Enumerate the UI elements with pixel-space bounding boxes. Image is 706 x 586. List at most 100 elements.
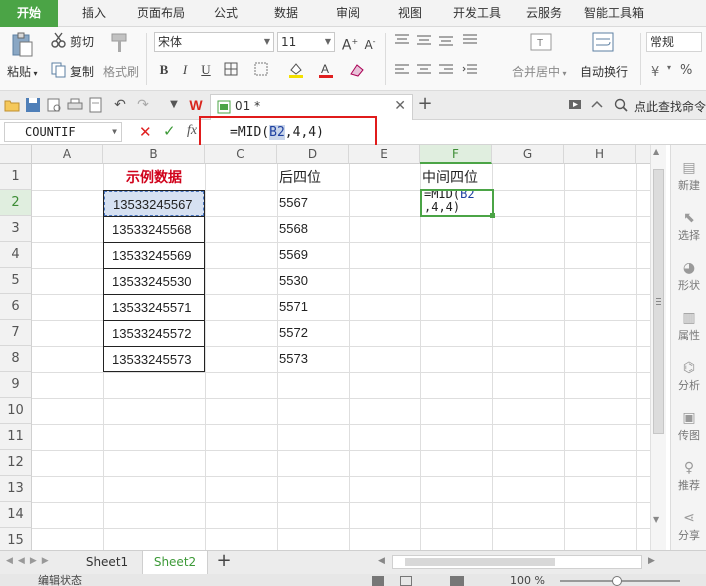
merge-cells-icon[interactable] — [252, 61, 270, 79]
sheet-tab-sheet2[interactable]: Sheet2 — [142, 551, 208, 574]
undo-icon[interactable]: ↶ — [112, 97, 128, 113]
number-format-select[interactable]: 常规 — [646, 32, 702, 52]
chevron-down-icon[interactable]: ▼ — [112, 123, 117, 141]
row-header-6[interactable]: 6 — [0, 294, 32, 320]
font-name-select[interactable]: 宋体 ▼ — [154, 32, 274, 52]
align-middle-icon[interactable] — [416, 33, 432, 50]
cancel-icon[interactable]: ✕ — [139, 125, 152, 140]
print-icon[interactable] — [67, 97, 83, 113]
print-preview-icon[interactable] — [46, 97, 62, 113]
presentation-icon[interactable] — [567, 97, 583, 113]
tab-page-layout[interactable]: 页面布局 — [128, 0, 194, 27]
cut-button[interactable]: 剪切 — [70, 33, 94, 50]
close-icon[interactable]: ✕ — [394, 98, 406, 114]
row-header-4[interactable]: 4 — [0, 242, 32, 268]
row-header-3[interactable]: 3 — [0, 216, 32, 242]
new-tab-plus-icon[interactable]: + — [417, 95, 433, 113]
sheet-nav-arrows-icon[interactable]: ◀◀▶▶ — [6, 556, 54, 566]
wps-logo-icon[interactable]: W — [188, 97, 204, 113]
page-layout-view-icon[interactable] — [400, 576, 412, 586]
row-header-1[interactable]: 1 — [0, 164, 32, 190]
clear-format-icon[interactable] — [348, 61, 366, 79]
font-color-icon[interactable]: A — [317, 61, 335, 79]
horizontal-scroll-right-icon[interactable]: ▶ — [648, 556, 655, 566]
spreadsheet-grid[interactable]: A B C D E F G H 1 2 3 4 5 6 7 8 9 10 11 … — [0, 145, 650, 550]
fill-color-icon[interactable] — [287, 61, 305, 79]
column-header-f[interactable]: F — [420, 145, 492, 164]
scroll-up-icon[interactable]: ▲ — [653, 147, 659, 156]
select-all-corner[interactable] — [0, 145, 32, 164]
cell-b2[interactable]: 13533245567 — [104, 191, 204, 216]
cell-d4[interactable]: 5569 — [277, 242, 349, 268]
increase-font-icon[interactable]: A+ — [341, 33, 359, 54]
export-pdf-icon[interactable] — [88, 97, 104, 113]
vertical-scrollbar[interactable]: ▲ ▼ — [650, 145, 666, 550]
column-header-h[interactable]: H — [564, 145, 636, 164]
sheet-tab-sheet1[interactable]: Sheet1 — [76, 551, 138, 574]
horizontal-scroll-left-icon[interactable]: ◀ — [378, 556, 385, 566]
cell-b8[interactable]: 13533245573 — [104, 346, 204, 372]
save-icon[interactable] — [25, 97, 41, 113]
sidebar-item-new[interactable]: ▤ 新建 — [671, 159, 706, 193]
align-bottom-icon[interactable] — [438, 33, 454, 50]
zoom-slider[interactable] — [560, 576, 680, 586]
fill-handle[interactable] — [490, 213, 495, 218]
column-header-d[interactable]: D — [277, 145, 349, 164]
cell-d2[interactable]: 5567 — [277, 190, 349, 216]
decrease-font-icon[interactable]: A- — [361, 33, 379, 52]
cell-d6[interactable]: 5571 — [277, 294, 349, 320]
column-header-c[interactable]: C — [205, 145, 277, 164]
tab-developer[interactable]: 开发工具 — [448, 0, 506, 27]
minimize-ribbon-icon[interactable] — [589, 97, 605, 113]
justify-icon[interactable] — [462, 33, 478, 50]
sidebar-item-shape[interactable]: ◕ 形状 — [671, 259, 706, 293]
cell-b6[interactable]: 13533245571 — [104, 294, 204, 320]
tab-review[interactable]: 审阅 — [328, 0, 368, 27]
name-box[interactable]: COUNTIF ▼ — [4, 122, 122, 142]
underline-button[interactable]: U — [197, 61, 215, 79]
tab-home[interactable]: 开始 — [0, 0, 58, 27]
align-center-icon[interactable] — [416, 63, 432, 80]
tab-view[interactable]: 视图 — [390, 0, 430, 27]
cell-b7[interactable]: 13533245572 — [104, 320, 204, 346]
command-search-label[interactable]: 点此查找命令 — [634, 98, 706, 115]
paste-icon[interactable] — [10, 31, 36, 59]
add-sheet-plus-icon[interactable]: + — [214, 551, 234, 574]
wrap-text-button[interactable]: 自动换行 — [580, 63, 628, 80]
align-top-icon[interactable] — [394, 33, 410, 50]
tab-data[interactable]: 数据 — [266, 0, 306, 27]
search-icon[interactable] — [613, 97, 629, 113]
font-size-select[interactable]: 11 ▼ — [277, 32, 335, 52]
read-mode-icon[interactable] — [450, 576, 464, 586]
align-right-icon[interactable] — [438, 63, 454, 80]
copy-icon[interactable] — [51, 62, 67, 81]
bold-button[interactable]: B — [155, 61, 173, 79]
tab-smart-toolbox[interactable]: 智能工具箱 — [582, 0, 646, 27]
open-folder-icon[interactable] — [4, 97, 20, 113]
zoom-slider-thumb[interactable] — [612, 576, 622, 586]
row-header-12[interactable]: 12 — [0, 450, 32, 476]
cell-b1[interactable]: 示例数据 — [103, 164, 205, 190]
normal-view-icon[interactable] — [372, 576, 384, 586]
cell-d8[interactable]: 5573 — [277, 346, 349, 372]
cut-icon[interactable] — [51, 32, 67, 51]
column-header-g[interactable]: G — [492, 145, 564, 164]
sidebar-item-properties[interactable]: ▥ 属性 — [671, 309, 706, 343]
cell-f1[interactable]: 中间四位 — [420, 164, 492, 190]
tab-formulas[interactable]: 公式 — [206, 0, 246, 27]
cell-d5[interactable]: 5530 — [277, 268, 349, 294]
sidebar-item-recommend[interactable]: ♀ 推荐 — [671, 459, 706, 493]
horizontal-scrollbar-thumb[interactable] — [405, 558, 555, 566]
percent-button[interactable]: % — [680, 63, 692, 78]
cell-d3[interactable]: 5568 — [277, 216, 349, 242]
align-left-icon[interactable] — [394, 63, 410, 80]
sidebar-item-analyze[interactable]: ⌬ 分析 — [671, 359, 706, 393]
row-header-2[interactable]: 2 — [0, 190, 32, 216]
insert-function-icon[interactable]: fx — [187, 123, 197, 139]
row-header-7[interactable]: 7 — [0, 320, 32, 346]
zoom-level[interactable]: 100 % — [510, 575, 545, 586]
row-header-5[interactable]: 5 — [0, 268, 32, 294]
format-painter-button[interactable]: 格式刷 — [103, 63, 139, 80]
scrollbar-thumb[interactable] — [653, 169, 664, 434]
sidebar-item-send-image[interactable]: ▣ 传图 — [671, 409, 706, 443]
